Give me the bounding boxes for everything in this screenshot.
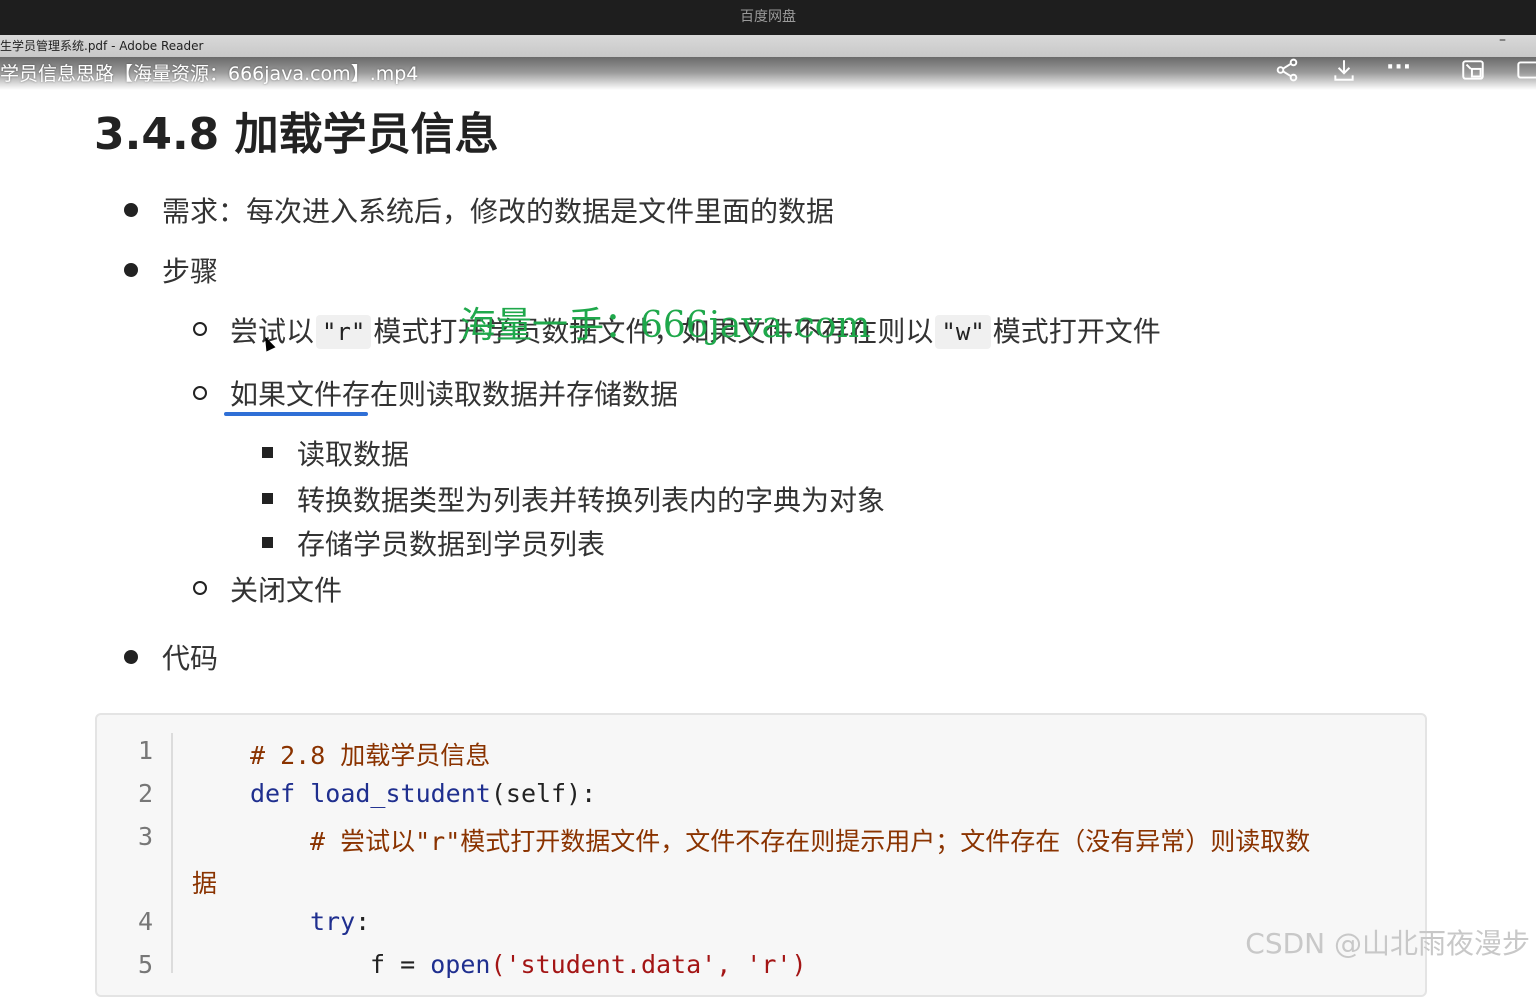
bullet-steps: 步骤 [162,255,219,288]
video-overlay-bar: 学员信息思路【海量资源：666java.com】.mp4 ··· [0,55,1536,101]
step-read-data: 如果文件存在则读取数据并存储数据 [230,378,679,411]
substep-read: 读取数据 [297,438,410,471]
line-number: 1 [138,736,154,765]
code-line-4: try: [310,907,370,936]
reader-title-bar: 生学员管理系统.pdf - Adobe Reader – [0,32,1536,57]
sub-bullet-circle [193,581,207,595]
share-icon[interactable] [1274,57,1304,85]
more-icon[interactable]: ··· [1386,55,1416,83]
substep-convert: 转换数据类型为列表并转换列表内的字典为对象 [297,484,886,517]
sub-sub-bullet-square [262,447,273,458]
sub-sub-bullet-square [262,493,273,504]
csdn-watermark: CSDN @山北雨夜漫步 [1245,927,1530,960]
bullet-dot [124,203,138,217]
code-operator: = [385,950,431,979]
app-title-bar: 百度网盘 [0,0,1536,35]
code-function-name: load_student [310,779,491,808]
app-title: 百度网盘 [740,9,796,25]
code-colon: : [355,907,371,936]
line-number: 5 [138,950,154,979]
minimize-button[interactable]: – [1499,29,1506,51]
bullet-dot [124,263,138,277]
code-arguments: ('student.data', 'r') [490,950,807,979]
picture-in-picture-icon[interactable] [1460,57,1490,85]
site-watermark: 海量一手：666java.com [460,305,871,346]
section-heading: 3.4.8 加载学员信息 [94,109,499,160]
code-variable: f [370,950,386,979]
bullet-dot [124,650,138,664]
line-number: 3 [138,822,154,851]
download-icon[interactable] [1331,57,1361,85]
code-line-1: # 2.8 加载学员信息 [250,741,491,770]
inline-code-r: "r" [316,315,372,349]
sub-sub-bullet-square [262,537,273,548]
bullet-code: 代码 [162,642,219,675]
fullscreen-icon[interactable] [1514,57,1536,85]
sub-bullet-circle [193,322,207,336]
code-keyword: def [250,779,296,808]
code-line-5: f = open('student.data', 'r') [370,950,807,979]
reader-window-title: 生学员管理系统.pdf - Adobe Reader [0,39,204,53]
step-close-file: 关闭文件 [230,574,343,607]
sub-bullet-circle [193,386,207,400]
code-line-3: # 尝试以"r"模式打开数据文件，文件不存在则提示用户；文件存在（没有异常）则读… [310,827,1311,856]
annotation-underline [224,412,368,416]
line-number: 4 [138,907,154,936]
substep-store: 存储学员数据到学员列表 [297,528,606,561]
code-keyword: try [310,907,356,936]
bullet-requirement: 需求：每次进入系统后，修改的数据是文件里面的数据 [162,195,835,228]
code-line-3-wrap: 据 [192,869,218,898]
code-line-2: def load_student(self): [250,779,596,808]
code-function-call: open [430,950,491,979]
code-gutter-divider [171,733,173,973]
inline-code-w: "w" [935,315,991,349]
video-title: 学员信息思路【海量资源：666java.com】.mp4 [0,63,419,85]
step-open-file-post: 模式打开文件 [992,315,1161,348]
line-number: 2 [138,779,154,808]
code-params: (self): [490,779,597,808]
